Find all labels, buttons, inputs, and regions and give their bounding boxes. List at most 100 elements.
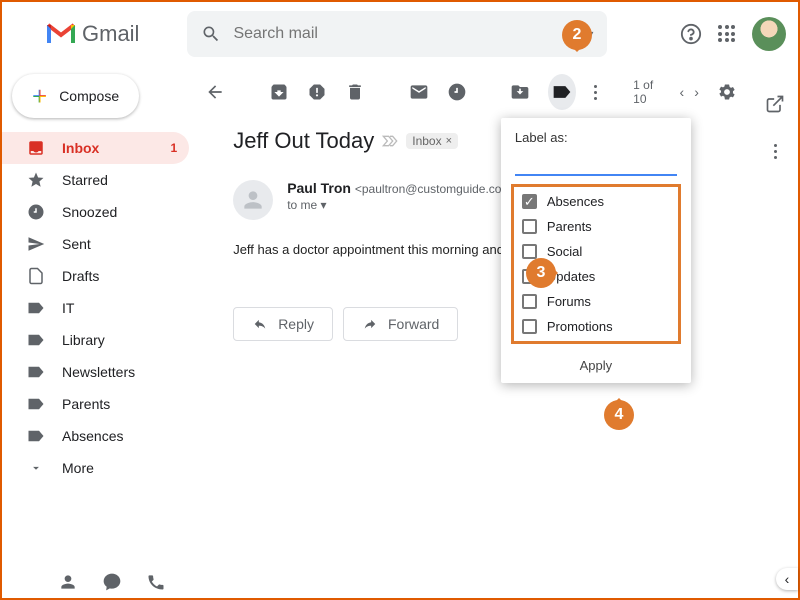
gmail-wordmark: Gmail (82, 21, 139, 47)
label-as-menu: Label as: ✓Absences Parents Social Updat… (501, 118, 691, 383)
unread-count: 1 (171, 141, 178, 155)
sidebar-item-absences[interactable]: Absences (2, 420, 189, 452)
show-details-button[interactable]: ▾ (321, 198, 327, 212)
labels-button[interactable] (548, 74, 576, 110)
sender-email: <paultron@customguide.com> (355, 182, 519, 196)
sidebar-item-library[interactable]: Library (2, 324, 189, 356)
label-option-promotions[interactable]: Promotions (514, 314, 678, 339)
page-count: 1 of 10 (633, 78, 661, 106)
checkbox-icon (522, 219, 537, 234)
archive-button[interactable] (269, 82, 289, 102)
compose-label: Compose (59, 88, 119, 104)
important-icon[interactable] (382, 135, 398, 147)
snooze-button[interactable] (447, 82, 467, 102)
sidebar-item-label: More (62, 460, 94, 476)
clock-icon (26, 203, 46, 221)
open-in-new-button[interactable] (765, 94, 785, 114)
label-icon (26, 397, 46, 411)
sidebar-item-parents[interactable]: Parents (2, 388, 189, 420)
inbox-icon (26, 139, 46, 157)
sidebar-item-starred[interactable]: Starred (2, 164, 189, 196)
sidebar-item-label: Library (62, 332, 105, 348)
gmail-logo[interactable]: Gmail (46, 21, 139, 47)
sidebar-item-label: IT (62, 300, 74, 316)
annotation-4: 4 (604, 400, 634, 430)
sidebar-item-label: Newsletters (62, 364, 135, 380)
sidebar-item-more[interactable]: More (2, 452, 189, 484)
label-icon (26, 301, 46, 315)
newer-button[interactable]: ‹ (680, 84, 685, 100)
forward-icon (362, 317, 378, 331)
message-more-button[interactable] (774, 144, 777, 159)
label-option-forums[interactable]: Forums (514, 289, 678, 314)
sidebar-item-label: Absences (62, 428, 123, 444)
label-option-parents[interactable]: Parents (514, 214, 678, 239)
sidebar-item-label: Starred (62, 172, 108, 188)
expand-icon (26, 461, 46, 475)
search-input[interactable] (233, 25, 574, 43)
reply-button[interactable]: Reply (233, 307, 333, 341)
checkbox-icon (522, 294, 537, 309)
checkbox-icon: ✓ (522, 194, 537, 209)
move-to-button[interactable] (510, 82, 530, 102)
main-menu-button[interactable] (14, 22, 38, 46)
recipient-line: to me (287, 198, 317, 212)
compose-button[interactable]: + Compose (12, 74, 139, 118)
delete-button[interactable] (345, 82, 365, 102)
header: Gmail ▾ (2, 2, 798, 66)
side-panel (753, 66, 798, 558)
annotation-2: 2 (562, 20, 592, 50)
sender-avatar (233, 180, 273, 220)
gmail-icon (46, 23, 76, 45)
forward-button[interactable]: Forward (343, 307, 458, 341)
sidebar: + Compose Inbox 1 Starred Snoozed Sent (2, 66, 189, 558)
hangouts-button[interactable] (102, 572, 122, 592)
sidebar-item-label: Parents (62, 396, 110, 412)
sidebar-item-inbox[interactable]: Inbox 1 (2, 132, 189, 164)
google-apps-button[interactable] (718, 25, 736, 43)
contacts-button[interactable] (58, 572, 78, 592)
label-icon (26, 333, 46, 347)
file-icon (26, 267, 46, 285)
content-area: 1 of 10 ‹ › Jeff Out Today Inbox× Paul T… (189, 66, 753, 558)
subject: Jeff Out Today (233, 128, 374, 154)
sidebar-item-label: Sent (62, 236, 91, 252)
phone-button[interactable] (146, 572, 166, 592)
label-menu-title: Label as: (501, 128, 691, 153)
label-search-input[interactable] (515, 157, 691, 172)
send-icon (26, 235, 46, 253)
remove-label-icon[interactable]: × (446, 135, 452, 147)
sender-name: Paul Tron (287, 180, 351, 196)
sidebar-item-drafts[interactable]: Drafts (2, 260, 189, 292)
reply-icon (252, 317, 268, 331)
mark-unread-button[interactable] (409, 82, 429, 102)
more-button[interactable] (594, 85, 597, 100)
checkbox-icon (522, 319, 537, 334)
account-avatar[interactable] (752, 17, 786, 51)
label-icon (26, 429, 46, 443)
annotation-3: 3 (526, 258, 556, 288)
plus-icon: + (32, 86, 47, 106)
toolbar: 1 of 10 ‹ › (189, 66, 753, 118)
back-button[interactable] (205, 82, 225, 102)
sidebar-item-it[interactable]: IT (2, 292, 189, 324)
settings-button[interactable] (717, 82, 737, 102)
sidebar-item-snoozed[interactable]: Snoozed (2, 196, 189, 228)
footer-tray (58, 572, 166, 592)
sidebar-item-label: Snoozed (62, 204, 117, 220)
apply-button[interactable]: Apply (501, 348, 691, 377)
support-button[interactable] (680, 23, 702, 45)
search-bar[interactable]: ▾ (187, 11, 607, 57)
search-icon (201, 24, 221, 44)
label-icon (26, 365, 46, 379)
spam-button[interactable] (307, 82, 327, 102)
side-panel-toggle[interactable]: ‹ (776, 568, 798, 590)
sidebar-item-sent[interactable]: Sent (2, 228, 189, 260)
label-search[interactable] (515, 155, 677, 176)
sidebar-item-newsletters[interactable]: Newsletters (2, 356, 189, 388)
sidebar-item-label: Drafts (62, 268, 99, 284)
older-button[interactable]: › (694, 84, 699, 100)
checkbox-icon (522, 244, 537, 259)
label-chip-inbox[interactable]: Inbox× (406, 133, 458, 149)
label-option-absences[interactable]: ✓Absences (514, 189, 678, 214)
